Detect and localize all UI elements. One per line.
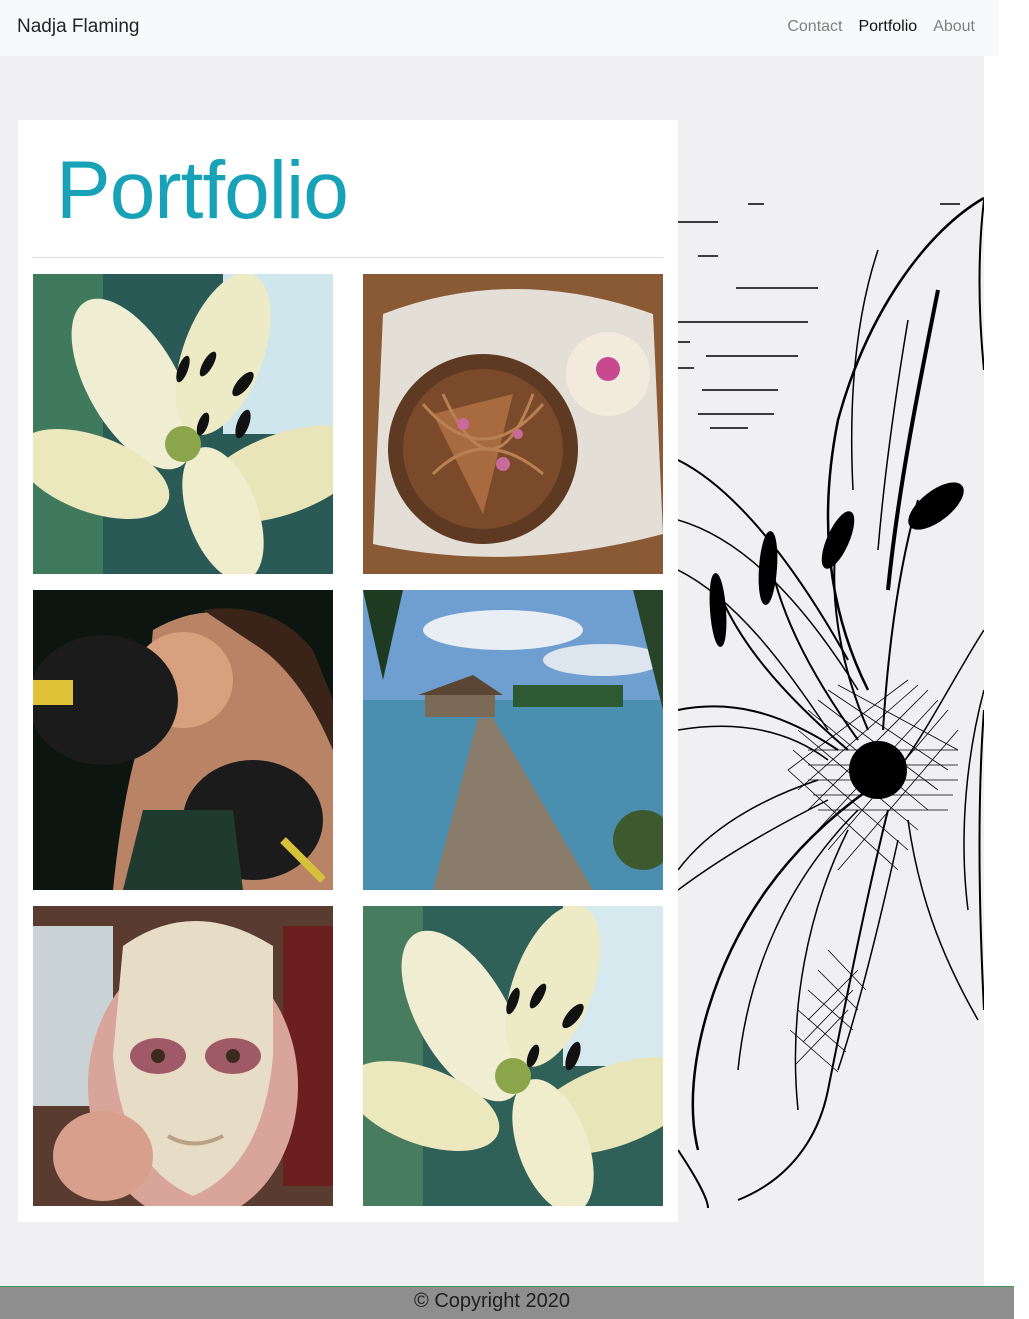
gallery-image-lily[interactable] — [33, 274, 333, 574]
boxing-photo — [33, 590, 333, 890]
pier-photo — [363, 590, 663, 890]
nav-contact-link[interactable]: Contact — [787, 18, 842, 36]
lily-line-art-illustration — [678, 196, 984, 1209]
cake-photo — [363, 274, 663, 574]
navbar: Nadja Flaming Contact Portfolio About — [0, 0, 999, 56]
portfolio-card: Portfolio — [18, 120, 678, 1222]
mask-photo — [33, 906, 333, 1206]
gallery-image-boxing[interactable] — [33, 590, 333, 890]
nav-links: Contact Portfolio About — [787, 18, 975, 36]
gallery-image-lily-2[interactable] — [363, 906, 663, 1206]
gallery-image-mask[interactable] — [33, 906, 333, 1206]
copyright-text: © Copyright 2020 — [414, 1290, 570, 1312]
nav-about-link[interactable]: About — [933, 18, 975, 36]
page-title: Portfolio — [56, 145, 349, 236]
title-divider — [32, 257, 663, 258]
lily-photo — [33, 274, 333, 574]
nav-portfolio-link[interactable]: Portfolio — [858, 18, 917, 36]
lily-photo-2 — [363, 906, 663, 1206]
gallery-image-pier[interactable] — [363, 590, 663, 890]
brand-link[interactable]: Nadja Flaming — [17, 16, 140, 38]
footer: © Copyright 2020 — [0, 1286, 1014, 1319]
gallery-image-cake[interactable] — [363, 274, 663, 574]
